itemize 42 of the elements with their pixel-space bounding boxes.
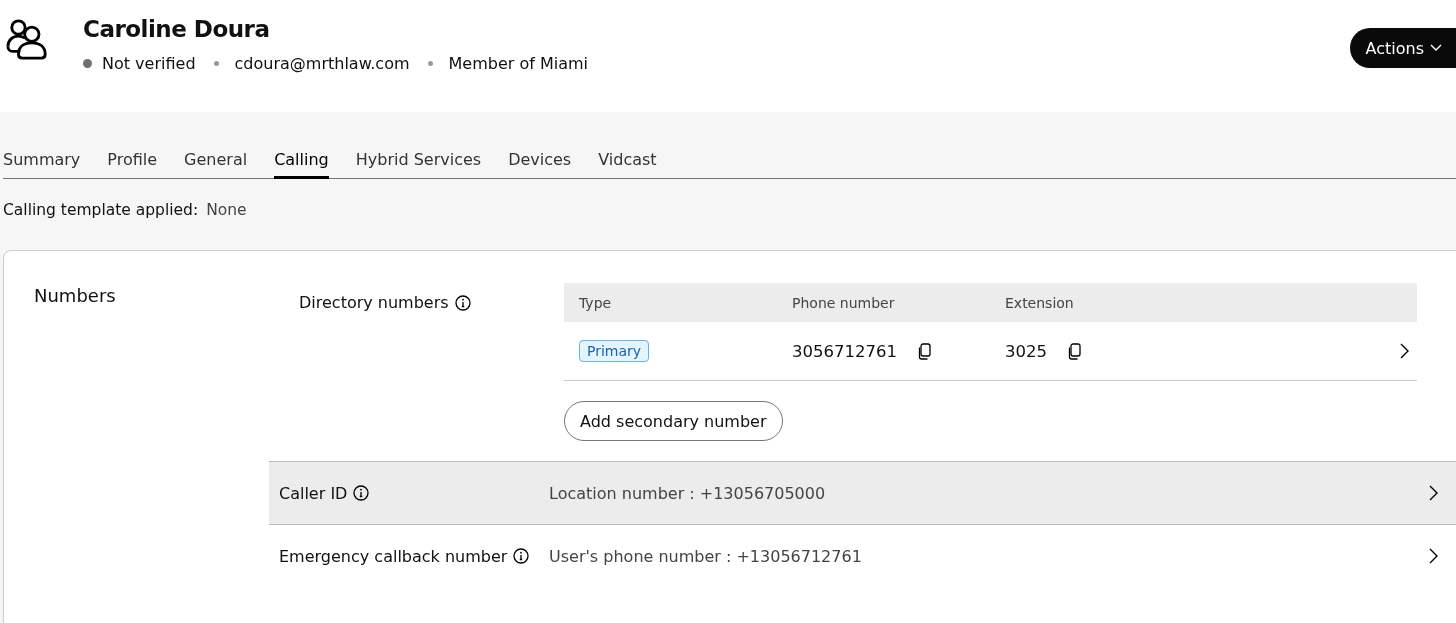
tab[interactable]: Hybrid Services [355, 150, 482, 179]
chevron-right-icon [1429, 548, 1438, 564]
tab[interactable]: Summary [3, 150, 81, 179]
chevron-right-icon[interactable] [1400, 343, 1409, 359]
column-header: Type [578, 294, 613, 311]
setting-row[interactable]: Emergency callback number User's phone number : +13056712761 [269, 524, 1456, 587]
template-label: Calling template applied: [3, 201, 199, 219]
extension: 3025 [1005, 341, 1047, 361]
tab[interactable]: Devices [508, 150, 572, 179]
column-header: Extension [1004, 294, 1075, 311]
info-icon [353, 485, 370, 501]
tab[interactable]: General [184, 150, 248, 179]
meta-text: Not verified [102, 54, 196, 73]
directory-numbers-label: Directory numbers [299, 293, 449, 312]
status-dot [83, 59, 92, 68]
separator-dot [427, 61, 433, 66]
type-badge: Primary [579, 340, 650, 362]
setting-value: Location number : +13056705000 [549, 483, 827, 503]
add-secondary-number-button[interactable]: Add secondary number [564, 401, 783, 441]
separator-dot [213, 61, 219, 66]
user-name: Caroline Doura [83, 16, 271, 42]
copy-icon[interactable] [917, 342, 931, 360]
column-header: Phone number [791, 294, 896, 311]
copy-icon[interactable] [1067, 342, 1081, 360]
section-title: Numbers [33, 284, 117, 308]
tab[interactable]: Calling [274, 150, 329, 179]
template-value: None [206, 201, 247, 219]
setting-row[interactable]: Caller ID Location number : +13056705000 [269, 461, 1456, 524]
info-icon [454, 294, 471, 311]
actions-button[interactable]: Actions [1349, 28, 1456, 68]
info-icon [513, 548, 530, 564]
chevron-right-icon [1429, 485, 1438, 501]
phone-number: 3056712761 [792, 341, 897, 361]
tab[interactable]: Profile [107, 150, 158, 179]
chevron-down-icon [1430, 44, 1442, 52]
setting-label: Caller ID [279, 483, 348, 503]
tab[interactable]: Vidcast [598, 150, 657, 179]
meta-text: Member of Miami [448, 54, 588, 73]
table-row[interactable]: Primary 3056712761 3025 [564, 322, 1417, 381]
meta-text: cdoura@mrthlaw.com [234, 54, 410, 73]
setting-value: User's phone number : +13056712761 [549, 546, 863, 566]
setting-label: Emergency callback number [279, 546, 508, 566]
